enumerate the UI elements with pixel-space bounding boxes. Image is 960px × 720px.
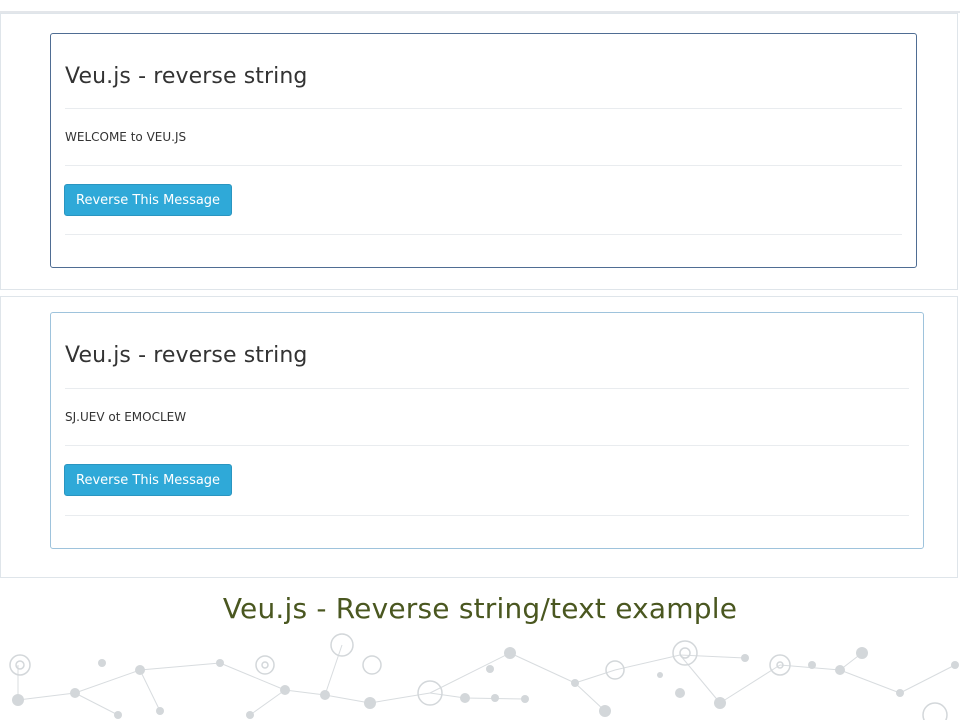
- app-panel: Veu.js - reverse string SJ.UEV ot EMOCLE…: [50, 312, 924, 549]
- message-text: SJ.UEV ot EMOCLEW: [65, 410, 187, 424]
- panel-title: Veu.js - reverse string: [65, 343, 308, 368]
- message-text: WELCOME to VEU.JS: [65, 130, 187, 144]
- divider: [65, 445, 909, 446]
- screenshot-before: Veu.js - reverse string WELCOME to VEU.J…: [0, 13, 958, 290]
- slide-caption: Veu.js - Reverse string/text example: [222, 592, 738, 625]
- divider: [65, 388, 909, 389]
- panel-title: Veu.js - reverse string: [65, 64, 308, 89]
- screenshot-after: Veu.js - reverse string SJ.UEV ot EMOCLE…: [0, 296, 958, 578]
- divider: [65, 165, 902, 166]
- divider: [65, 108, 902, 109]
- app-panel: Veu.js - reverse string WELCOME to VEU.J…: [50, 33, 917, 268]
- divider: [65, 515, 909, 516]
- reverse-message-button[interactable]: Reverse This Message: [64, 184, 233, 216]
- network-decoration: [9, 633, 959, 720]
- divider: [65, 234, 902, 235]
- reverse-message-button[interactable]: Reverse This Message: [64, 464, 233, 496]
